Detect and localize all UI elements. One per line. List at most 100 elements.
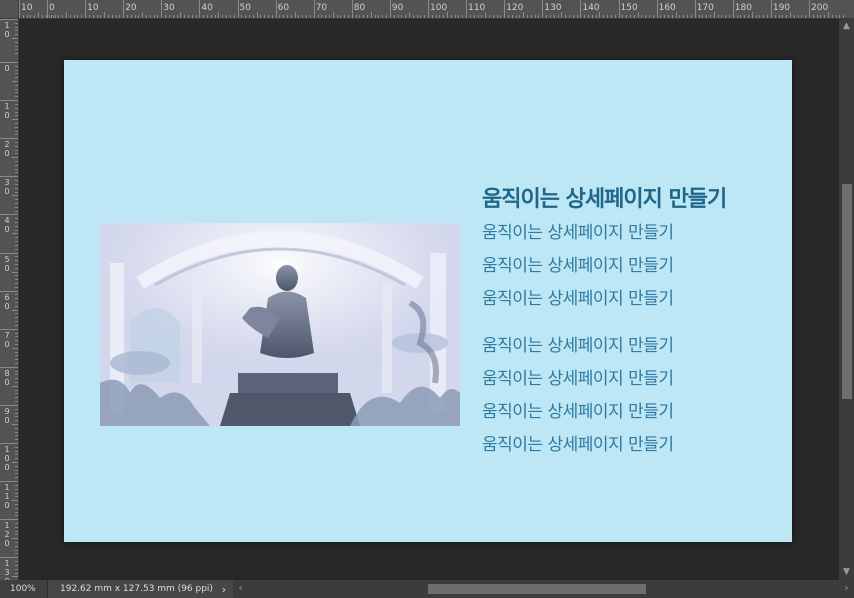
ruler-minor-tick — [763, 15, 765, 18]
ruler-minor-tick — [115, 15, 117, 18]
ruler-tick — [161, 0, 163, 18]
ruler-minor-tick — [15, 49, 18, 51]
text-line[interactable]: 움직이는 상세페이지 만들기 — [482, 396, 782, 429]
text-line[interactable]: 움직이는 상세페이지 만들기 — [482, 363, 782, 396]
ruler-minor-tick — [736, 15, 738, 18]
ruler-minor-tick — [15, 465, 18, 467]
ruler-minor-tick — [15, 355, 18, 357]
text-line[interactable]: 움직이는 상세페이지 만들기 — [482, 217, 782, 250]
ruler-minor-tick — [485, 12, 487, 18]
scroll-right-icon[interactable]: › — [839, 580, 854, 598]
ruler-minor-tick — [641, 15, 643, 18]
ruler-tick — [580, 0, 582, 18]
ruler-minor-tick — [233, 15, 235, 18]
ruler-minor-tick — [15, 96, 18, 98]
ruler-label: 60 — [277, 3, 290, 13]
ruler-minor-tick — [713, 12, 715, 18]
ruler-minor-tick — [15, 416, 18, 418]
ruler-minor-tick — [576, 15, 578, 18]
ruler-minor-tick — [15, 305, 18, 307]
ruler-label: 150 — [620, 3, 638, 13]
ruler-minor-tick — [111, 15, 113, 18]
ruler-tick — [770, 0, 772, 18]
ruler-minor-tick — [622, 15, 624, 18]
chevron-right-icon[interactable]: › — [215, 583, 233, 596]
statue-image-illustration — [100, 223, 460, 426]
ruler-minor-tick — [146, 15, 148, 18]
ruler-label: 120 — [506, 3, 524, 13]
ruler-minor-tick — [15, 218, 18, 220]
ruler-minor-tick — [15, 142, 18, 143]
ruler-minor-tick — [15, 362, 18, 364]
ruler-minor-tick — [15, 568, 18, 570]
ruler-tick — [0, 366, 18, 368]
horizontal-scroll-thumb[interactable] — [428, 584, 646, 594]
ruler-minor-tick — [15, 496, 18, 498]
ruler-minor-tick — [557, 15, 559, 18]
vertical-scroll-thumb[interactable] — [842, 184, 852, 399]
ruler-minor-tick — [15, 572, 18, 574]
ruler-minor-tick — [12, 423, 18, 425]
document-info: 192.62 mm x 127.53 mm (96 ppi) — [60, 584, 213, 594]
text-line[interactable]: 움직이는 상세페이지 만들기 — [482, 283, 782, 316]
ruler-minor-tick — [176, 15, 178, 18]
ruler-minor-tick — [184, 15, 186, 18]
ruler-minor-tick — [12, 195, 18, 197]
ruler-minor-tick — [15, 564, 18, 566]
ruler-minor-tick — [584, 15, 586, 18]
ruler-minor-tick — [203, 15, 205, 18]
ruler-label: 90 — [391, 3, 404, 13]
ruler-minor-tick — [344, 15, 346, 18]
ruler-minor-tick — [336, 15, 338, 18]
ruler-minor-tick — [81, 15, 83, 18]
ruler-minor-tick — [401, 15, 403, 18]
ruler-label: 10 — [4, 102, 10, 121]
ruler-label: 170 — [696, 3, 714, 13]
vertical-scrollbar[interactable]: ▲ ▼ — [839, 19, 854, 580]
ruler-minor-tick — [15, 111, 18, 113]
ruler-tick — [275, 0, 277, 18]
ruler-minor-tick — [405, 15, 407, 18]
horizontal-scrollbar[interactable]: ‹ › — [233, 580, 854, 598]
ruler-minor-tick — [702, 15, 704, 18]
ruler-minor-tick — [15, 260, 18, 262]
ruler-tick — [0, 290, 18, 292]
ruler-minor-tick — [256, 12, 258, 18]
ruler-minor-tick — [294, 12, 296, 18]
ruler-minor-tick — [15, 183, 18, 185]
ruler-label: 190 — [772, 3, 791, 13]
ruler-minor-tick — [30, 15, 32, 18]
canvas-workspace[interactable]: 움직이는 상세페이지 만들기 움직이는 상세페이지 만들기 움직이는 상세페이지… — [19, 19, 839, 580]
ruler-minor-tick — [15, 267, 18, 269]
ruler-minor-tick — [15, 454, 18, 456]
ruler-minor-tick — [561, 12, 563, 18]
ruler-label: 50 — [4, 254, 10, 273]
scroll-left-icon[interactable]: ‹ — [233, 580, 248, 598]
horizontal-ruler[interactable]: 10 0 10 20 30 40 50 60 70 80 90 100 110 120 130 140 150 1… — [19, 0, 854, 19]
ruler-minor-tick — [325, 15, 327, 18]
scroll-up-icon[interactable]: ▲ — [839, 19, 854, 34]
text-line[interactable]: 움직이는 상세페이지 만들기 — [482, 250, 782, 283]
ruler-tick — [0, 328, 18, 330]
ruler-minor-tick — [214, 15, 216, 18]
ruler-minor-tick — [38, 12, 40, 18]
artboard[interactable]: 움직이는 상세페이지 만들기 움직이는 상세페이지 만들기 움직이는 상세페이지… — [64, 60, 792, 542]
ruler-minor-tick — [191, 15, 193, 18]
statue-image[interactable] — [100, 223, 460, 426]
ruler-minor-tick — [15, 317, 18, 319]
ruler-tick — [0, 443, 18, 444]
text-line[interactable]: 움직이는 상세페이지 만들기 — [482, 330, 782, 363]
ruler-minor-tick — [15, 34, 18, 36]
ruler-corner[interactable] — [0, 0, 19, 19]
headline-text[interactable]: 움직이는 상세페이지 만들기 — [482, 185, 782, 217]
ruler-tick — [0, 519, 18, 521]
ruler-minor-tick — [12, 462, 18, 464]
ruler-minor-tick — [142, 12, 144, 18]
scroll-down-icon[interactable]: ▼ — [839, 565, 854, 580]
text-block[interactable]: 움직이는 상세페이지 만들기 움직이는 상세페이지 만들기 움직이는 상세페이지… — [482, 185, 782, 462]
zoom-level[interactable]: 100% — [0, 580, 48, 598]
ruler-tick — [0, 404, 18, 406]
vertical-ruler[interactable]: 100102030405060708090100110120130 — [0, 19, 19, 580]
ruler-minor-tick — [12, 309, 18, 311]
text-line[interactable]: 움직이는 상세페이지 만들기 — [482, 429, 782, 462]
